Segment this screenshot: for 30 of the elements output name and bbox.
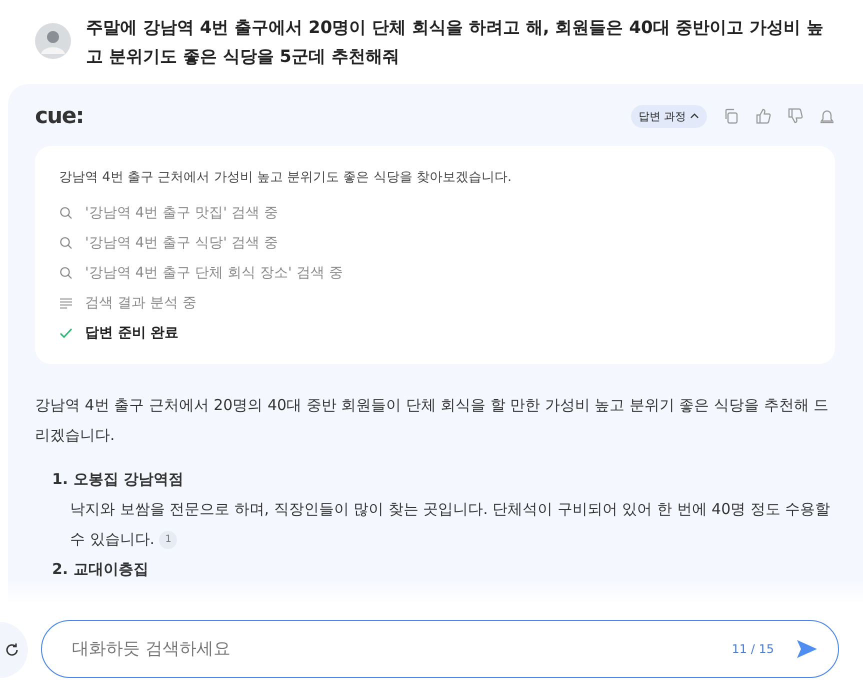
answer-text: 강남역 4번 출구 근처에서 20명의 40대 중반 회원들이 단체 회식을 할 만한 가성비 높고 분위기 좋은 식당을 추천해 드리겠습니다. [35,395,830,446]
source-badge[interactable]: 1 [159,530,178,549]
process-step: '강남역 4번 출구 식당' 검색 중 [85,234,278,252]
thumbs-down-icon[interactable] [787,108,803,124]
restaurant-description: 낙지와 보쌈을 전문으로 하며, 직장인들이 많이 찾는 곳입니다. 단체석이 구비되어 있어 한 번에 40명 정도 수용할 수 있습니다. 1 [70,499,832,551]
character-counter: 11 / 15 [732,642,774,656]
copy-icon[interactable] [723,108,739,124]
search-field[interactable]: 대화하듯 검색하세요 [70,638,732,660]
search-icon [59,266,73,280]
avatar-icon [35,23,71,59]
search-bar[interactable]: 대화하듯 검색하세요 11 / 15 [41,620,839,678]
search-icon [59,236,73,250]
caret-icon [690,113,699,119]
process-step: 검색 결과 분석 중 [85,294,196,312]
restaurant-title: 1. 오봉집 강남역점 [52,469,185,490]
thumbs-up-icon[interactable] [755,108,771,124]
process-intro: 강남역 4번 출구 근처에서 가성비 높고 분위기도 좋은 식당을 찾아보겠습니다. [59,169,513,186]
question-text: 주말에 강남역 4번 출구에서 20명이 단체 회식을 하려고 해, 회원들은 40대 중반이고 가성비 높고 분위기도 좋은 식당을 5군데 추천해줘 [86,17,825,69]
check-icon [59,326,73,340]
restaurant-title: 2. 교대이층집 [52,559,150,580]
bell-icon[interactable] [819,108,835,124]
process-step: '강남역 4번 출구 단체 회식 장소' 검색 중 [85,264,343,282]
send-icon[interactable] [796,639,818,659]
process-step: 답변 준비 완료 [85,324,179,342]
refresh-icon [4,642,20,658]
process-step: '강남역 4번 출구 맛집' 검색 중 [85,204,278,222]
lines-icon [59,296,73,310]
process-toggle-button[interactable]: 답변 과정 [630,104,707,128]
logo: cue: [35,104,84,128]
search-icon [59,206,73,220]
